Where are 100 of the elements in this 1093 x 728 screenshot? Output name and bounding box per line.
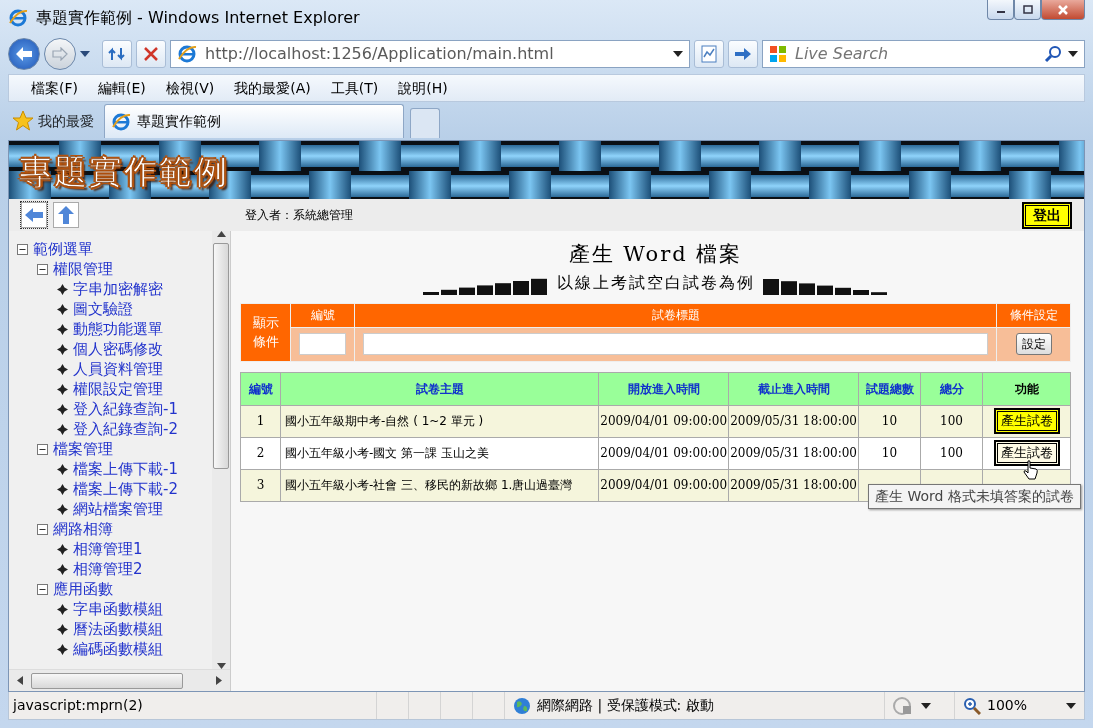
bullet-icon [57, 503, 68, 515]
tooltip: 產生 Word 格式未填答案的試卷 [868, 484, 1081, 509]
go-button[interactable] [728, 40, 758, 68]
column-header: 功能 [982, 372, 1071, 405]
maximize-icon [1022, 5, 1033, 14]
up-arrow-icon [57, 205, 75, 225]
close-button[interactable] [1041, 0, 1085, 20]
login-user-label: 登入者：系統總管理 [245, 207, 353, 224]
table-cell: 100 [920, 437, 983, 469]
table-cell: 10 [858, 437, 921, 469]
bullet-icon [57, 423, 68, 435]
vertical-scrollbar[interactable] [212, 231, 230, 669]
stop-button[interactable] [136, 40, 166, 68]
logout-button[interactable]: 登出 [1022, 201, 1072, 229]
search-icon[interactable] [1044, 45, 1062, 63]
horizontal-scrollbar[interactable] [9, 669, 230, 691]
menu-item[interactable]: 檔案(F) [29, 77, 80, 99]
browser-logo-icon [8, 8, 28, 28]
dropdown-caret-icon[interactable] [921, 702, 931, 709]
column-header: 試題總數 [858, 372, 921, 405]
bullet-icon [57, 543, 68, 555]
forward-arrow-icon [52, 47, 68, 61]
compatibility-button[interactable] [694, 40, 724, 68]
collapse-icon[interactable] [37, 263, 48, 275]
menu-item[interactable]: 我的最愛(A) [232, 77, 313, 99]
browser-tab[interactable]: 專題實作範例 [104, 104, 404, 138]
collapse-icon[interactable] [37, 523, 48, 535]
set-button[interactable]: 設定 [1015, 333, 1052, 355]
collapse-icon[interactable] [37, 583, 48, 595]
column-header: 開放進入時間 [598, 372, 729, 405]
bullet-icon [57, 563, 68, 575]
zoom-level[interactable]: 100% [987, 695, 1028, 716]
table-cell: 3 [240, 469, 281, 501]
up-button[interactable] [53, 202, 79, 228]
window-title: 專題實作範例 - Windows Internet Explorer [36, 7, 360, 29]
filter-label: 顯示條件 [251, 313, 280, 351]
bullet-icon [57, 603, 68, 615]
scroll-left-icon [17, 676, 23, 685]
browser-logo-icon [111, 111, 131, 132]
star-icon [12, 110, 34, 132]
menu-item[interactable]: 說明(H) [396, 77, 450, 99]
bullet-icon [57, 403, 68, 415]
bullet-icon [57, 363, 68, 375]
bullet-icon [57, 383, 68, 395]
forward-button[interactable] [44, 38, 76, 70]
column-header: 截止進入時間 [728, 372, 859, 405]
browser-logo-icon [177, 44, 197, 64]
bullet-icon [57, 483, 68, 495]
bullet-icon [57, 303, 68, 315]
table-cell: 國小五年級期中考-自然 ( 1~2 單元 ) [280, 405, 599, 437]
stop-icon [143, 46, 159, 62]
arrow-right-icon [734, 46, 752, 62]
text-input[interactable] [299, 333, 346, 355]
column-header: 總分 [920, 372, 983, 405]
zoom-icon[interactable] [963, 696, 981, 715]
refresh-button[interactable] [102, 40, 132, 68]
address-bar[interactable]: http://localhost:1256/Application/main.html [170, 40, 690, 68]
table-cell: 國小五年級小考-國文 第一課 玉山之美 [280, 437, 599, 469]
menu-item[interactable]: 工具(T) [328, 77, 381, 99]
column-header: 試卷主題 [280, 372, 599, 405]
back-button[interactable] [8, 38, 40, 70]
page-heading: 產生 Word 檔案 [567, 241, 744, 268]
bullet-icon [57, 463, 68, 475]
dropdown-caret-icon[interactable] [1066, 702, 1076, 709]
back-button[interactable] [21, 202, 47, 228]
table-cell: 1 [240, 405, 281, 437]
minimize-button[interactable] [987, 0, 1014, 20]
address-field[interactable]: http://localhost:1256/Application/main.html [203, 41, 667, 67]
table-cell: 2 [240, 437, 281, 469]
column-header: 試卷標題 [354, 303, 997, 327]
bullet-icon [57, 643, 68, 655]
column-header: 編號 [290, 303, 355, 327]
dropdown-caret-icon[interactable] [80, 51, 90, 57]
table-cell: 2009/05/31 18:00:00 [728, 469, 859, 501]
refresh-icon [108, 46, 126, 62]
generate-button[interactable]: 產生試卷 [993, 440, 1060, 466]
menu-item[interactable]: 編輯(E) [96, 77, 148, 99]
generate-button[interactable]: 產生試卷 [993, 408, 1060, 434]
dropdown-caret-icon[interactable] [1068, 51, 1078, 57]
column-header: 編號 [240, 372, 281, 405]
collapse-icon[interactable] [37, 443, 48, 455]
text-input[interactable] [363, 333, 988, 355]
close-icon [1057, 4, 1069, 15]
search-box[interactable]: Live Search [762, 40, 1085, 68]
security-zone-text: 網際網路 | 受保護模式: 啟動 [537, 696, 714, 716]
back-arrow-icon [24, 206, 44, 224]
windows-flag-icon [769, 45, 787, 63]
page-chart-icon [701, 45, 717, 63]
menu-item[interactable]: 檢視(V) [163, 77, 217, 99]
collapse-icon[interactable] [17, 243, 28, 255]
bullet-icon [57, 623, 68, 635]
maximize-button[interactable] [1014, 0, 1041, 20]
favorites-button[interactable]: 我的最愛 [8, 104, 98, 138]
search-field[interactable]: Live Search [793, 41, 1038, 67]
bullet-icon [57, 323, 68, 335]
table-cell: 2009/05/31 18:00:00 [728, 405, 859, 437]
status-text: javascript:mprn(2) [11, 696, 144, 715]
table-cell: 2009/04/01 09:00:00 [598, 437, 729, 469]
column-header: 條件設定 [996, 303, 1071, 327]
dropdown-caret-icon[interactable] [673, 51, 683, 57]
